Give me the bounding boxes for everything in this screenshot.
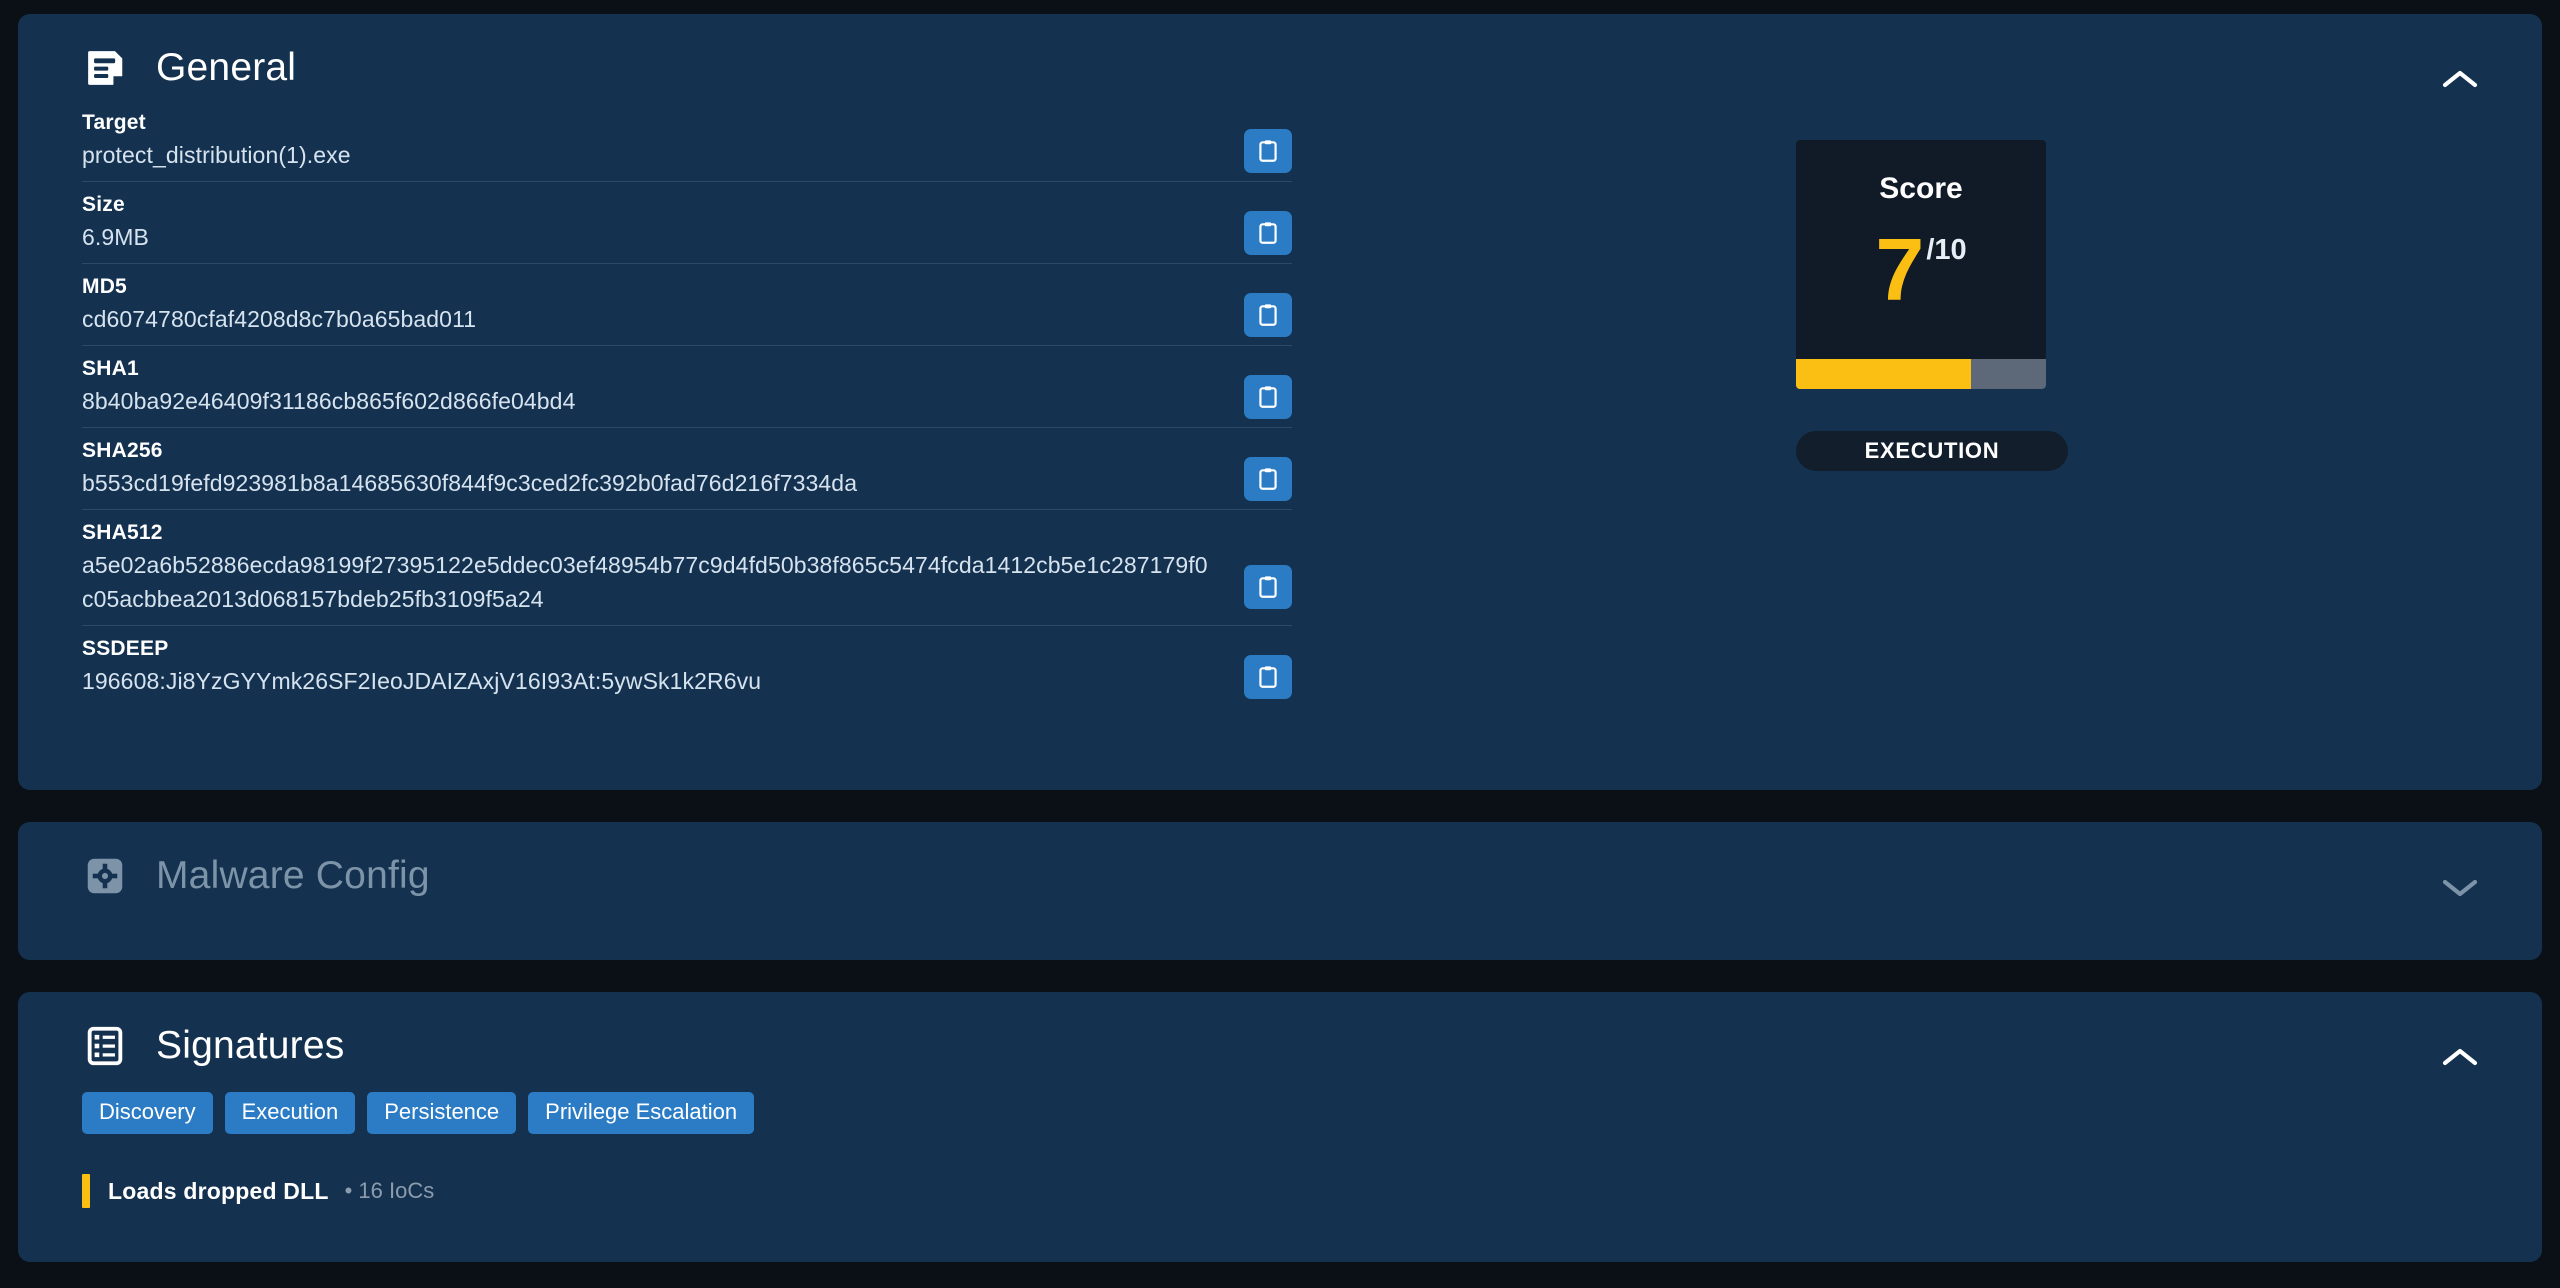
signatures-title: Signatures	[156, 1024, 345, 1067]
copy-sha512-button[interactable]	[1244, 565, 1292, 609]
field-label: SSDEEP	[82, 637, 169, 660]
page-title: General	[156, 46, 297, 89]
list-document-icon	[82, 1023, 128, 1069]
field-row-sha256: SHA256 b553cd19fefd923981b8a14685630f844…	[82, 436, 1292, 510]
field-label: SHA1	[82, 357, 139, 380]
field-value: 8b40ba92e46409f31186cb865f602d866fe04bd4	[82, 388, 576, 414]
copy-sha256-button[interactable]	[1244, 457, 1292, 501]
malware-config-panel: Malware Config	[18, 822, 2542, 960]
general-panel: General Target protect_distribution(1).e…	[18, 14, 2542, 790]
general-collapse-chevron-up-icon[interactable]	[2438, 66, 2482, 92]
list-item[interactable]: Loads dropped DLL • 16 IoCs	[82, 1174, 2520, 1208]
signature-tag-privilege-escalation[interactable]: Privilege Escalation	[528, 1092, 755, 1134]
field-label: SHA512	[82, 521, 163, 544]
general-panel-header[interactable]: General	[40, 14, 2520, 122]
field-row-sha1: SHA1 8b40ba92e46409f31186cb865f602d866fe…	[82, 354, 1292, 428]
general-rows: Target protect_distribution(1).exe Size …	[40, 108, 2520, 707]
copy-target-button[interactable]	[1244, 129, 1292, 173]
malware-config-panel-header[interactable]: Malware Config	[40, 822, 2520, 930]
field-value: a5e02a6b52886ecda98199f27395122e5ddec03e…	[82, 552, 1208, 612]
verdict-badge[interactable]: EXECUTION	[1796, 431, 2068, 471]
field-label: Target	[82, 111, 146, 134]
signature-name: Loads dropped DLL	[108, 1177, 329, 1204]
signature-tag-persistence[interactable]: Persistence	[367, 1092, 517, 1134]
field-value: b553cd19fefd923981b8a14685630f844f9c3ced…	[82, 470, 858, 496]
field-value: cd6074780cfaf4208d8c7b0a65bad011	[82, 306, 477, 332]
signatures-panel: Signatures Discovery Execution Persisten…	[18, 992, 2542, 1262]
gear-square-icon	[82, 853, 128, 899]
score-value-group: 7 /10	[1796, 220, 2046, 319]
score-value: 7	[1875, 220, 1925, 319]
field-row-ssdeep: SSDEEP 196608:Ji8YzGYYmk26SF2IeoJDAIZAxj…	[82, 634, 1292, 707]
field-value: protect_distribution(1).exe	[82, 142, 351, 168]
analysis-report-page: General Target protect_distribution(1).e…	[0, 14, 2560, 1288]
signature-tag-discovery[interactable]: Discovery	[82, 1092, 213, 1134]
field-row-md5: MD5 cd6074780cfaf4208d8c7b0a65bad011	[82, 272, 1292, 346]
field-label: SHA256	[82, 439, 163, 462]
score-card: Score 7 /10	[1796, 140, 2046, 389]
copy-size-button[interactable]	[1244, 211, 1292, 255]
signatures-panel-header[interactable]: Signatures	[40, 992, 2520, 1100]
score-progress-bar	[1796, 359, 2046, 389]
signature-ioc-count: • 16 IoCs	[344, 1178, 435, 1203]
field-row-sha512: SHA512 a5e02a6b52886ecda98199f27395122e5…	[82, 518, 1292, 626]
copy-ssdeep-button[interactable]	[1244, 655, 1292, 699]
copy-md5-button[interactable]	[1244, 293, 1292, 337]
score-progress-fill	[1796, 359, 1971, 389]
score-denominator: /10	[1926, 234, 1967, 266]
score-label: Score	[1879, 172, 1963, 205]
field-row-size: Size 6.9MB	[82, 190, 1292, 264]
malware-config-collapse-chevron-down-icon[interactable]	[2438, 874, 2482, 900]
signature-items: Loads dropped DLL • 16 IoCs	[40, 1174, 2520, 1208]
signatures-collapse-chevron-up-icon[interactable]	[2438, 1044, 2482, 1070]
copy-sha1-button[interactable]	[1244, 375, 1292, 419]
signature-tag-execution[interactable]: Execution	[224, 1092, 356, 1134]
field-row-target: Target protect_distribution(1).exe	[82, 108, 1292, 182]
severity-accent-bar	[82, 1174, 90, 1208]
note-document-icon	[82, 45, 128, 91]
field-label: MD5	[82, 275, 127, 298]
score-widget: Score 7 /10 EXECUTION	[1796, 140, 2068, 471]
malware-config-title: Malware Config	[156, 854, 430, 897]
field-value: 6.9MB	[82, 224, 149, 250]
field-label: Size	[82, 193, 125, 216]
signature-tag-list: Discovery Execution Persistence Privileg…	[40, 1092, 2520, 1134]
field-value: 196608:Ji8YzGYYmk26SF2IeoJDAIZAxjV16I93A…	[82, 668, 762, 694]
